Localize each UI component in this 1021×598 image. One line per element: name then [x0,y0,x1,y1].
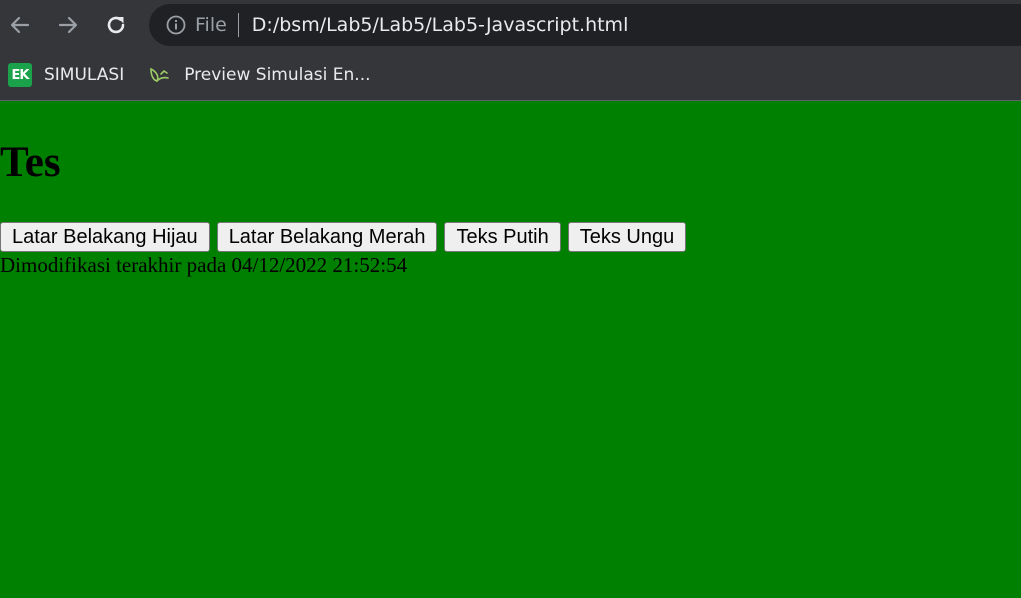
forward-arrow-icon [58,16,78,34]
bookmark-simulasi[interactable]: EK SIMULASI [0,60,132,90]
scheme-label: File [195,14,227,36]
page-title: Tes [0,139,61,186]
forward-button[interactable] [52,9,84,41]
browser-chrome: File D:/bsm/Lab5/Lab5/Lab5-Javascript.ht… [0,0,1021,101]
ek-favicon-icon: EK [8,63,32,87]
red-background-button[interactable]: Latar Belakang Merah [216,222,438,252]
url-text[interactable]: D:/bsm/Lab5/Lab5/Lab5-Javascript.html [252,14,629,36]
info-icon[interactable] [165,14,187,36]
white-text-button[interactable]: Teks Putih [444,222,561,252]
address-separator [237,13,239,37]
back-arrow-icon [10,16,30,34]
reload-button[interactable] [100,9,132,41]
page-content: Tes Latar Belakang Hijau Latar Belakang … [0,101,1021,598]
last-modified-text: Dimodifikasi terakhir pada 04/12/2022 21… [0,253,408,277]
back-button[interactable] [4,9,36,41]
bookmarks-bar: EK SIMULASI Preview Simulasi En... [0,50,1021,100]
purple-text-button[interactable]: Teks Ungu [567,222,687,252]
green-background-button[interactable]: Latar Belakang Hijau [0,222,210,252]
button-row: Latar Belakang Hijau Latar Belakang Mera… [0,222,693,252]
reload-icon [107,16,125,34]
address-bar[interactable]: File D:/bsm/Lab5/Lab5/Lab5-Javascript.ht… [149,4,1021,46]
bookmark-label: Preview Simulasi En... [184,65,371,85]
bookmark-label: SIMULASI [44,65,125,85]
bookmark-preview-simulasi[interactable]: Preview Simulasi En... [140,60,378,90]
leaf-favicon-icon [148,63,172,87]
browser-toolbar: File D:/bsm/Lab5/Lab5/Lab5-Javascript.ht… [0,0,1021,50]
